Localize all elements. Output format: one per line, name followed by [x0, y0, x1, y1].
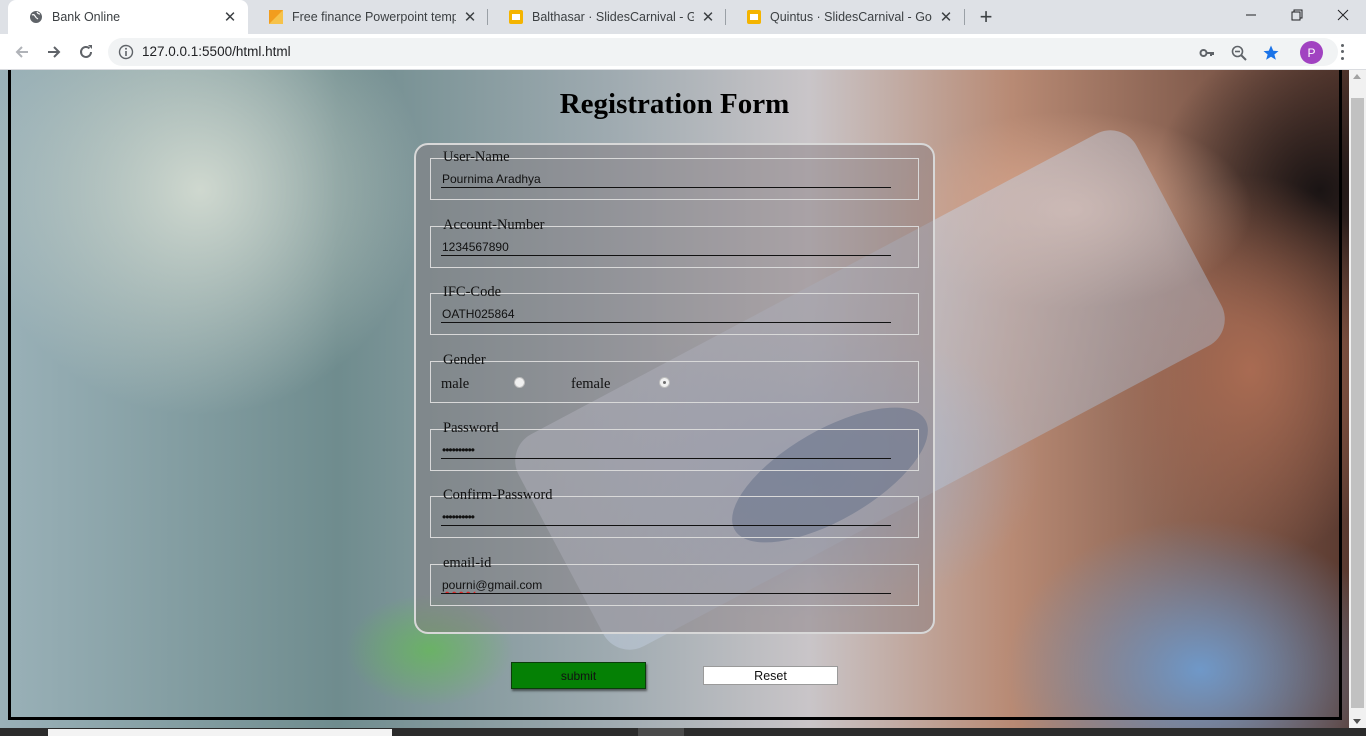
username-legend: User-Name: [441, 149, 512, 165]
arrow-left-icon: [15, 46, 28, 58]
scroll-thumb[interactable]: [1351, 98, 1364, 708]
bookmark-star-icon[interactable]: [1262, 44, 1280, 62]
scroll-up-arrow-icon[interactable]: [1353, 74, 1361, 79]
globe-icon: [28, 9, 44, 25]
address-bar[interactable]: 127.0.0.1:5500/html.html: [108, 38, 1338, 66]
tab-title: Bank Online: [52, 10, 121, 24]
confirm-password-fieldset: Confirm-Password ••••••••••: [430, 487, 919, 538]
browser-toolbar: 127.0.0.1:5500/html.html P: [0, 34, 1366, 70]
ifc-code-input[interactable]: OATH025864: [441, 305, 891, 323]
url-text: 127.0.0.1:5500/html.html: [142, 44, 291, 59]
username-fieldset: User-Name Pournima Aradhya: [430, 149, 919, 200]
confirm-password-input[interactable]: ••••••••••: [441, 508, 891, 526]
google-slides-icon: [746, 9, 762, 25]
zoom-out-icon[interactable]: [1230, 44, 1248, 62]
username-input[interactable]: Pournima Aradhya: [441, 170, 891, 188]
slides-orange-icon: [268, 9, 284, 25]
tab-separator: [964, 9, 965, 25]
minimize-button[interactable]: [1228, 0, 1274, 30]
reload-icon: [80, 45, 92, 58]
arrow-right-icon: [48, 46, 61, 58]
scroll-down-arrow-icon[interactable]: [1353, 719, 1361, 724]
email-fieldset: email-id pourni@gmail.com: [430, 555, 919, 606]
gender-male-label: male: [441, 376, 470, 392]
tab-balthasar[interactable]: Balthasar · SlidesCarnival - Google ✕: [488, 0, 726, 34]
gender-female-radio[interactable]: [659, 377, 670, 388]
tab-finance-template[interactable]: Free finance Powerpoint template ✕: [248, 0, 488, 34]
page-viewport: Registration Form User-Name Pournima Ara…: [0, 70, 1349, 728]
close-tab-icon[interactable]: ✕: [222, 9, 238, 26]
key-icon[interactable]: [1198, 44, 1216, 62]
account-number-input[interactable]: 1234567890: [441, 238, 891, 256]
tab-quintus[interactable]: Quintus · SlidesCarnival - Google ✕: [726, 0, 964, 34]
taskbar-active-app[interactable]: [638, 728, 684, 736]
gender-options: male female: [441, 376, 901, 394]
browser-menu-icon[interactable]: [1334, 42, 1350, 62]
taskbar-search-box[interactable]: [48, 729, 392, 736]
page-scrollbar[interactable]: [1349, 70, 1366, 728]
tab-title: Quintus · SlidesCarnival - Google: [770, 10, 932, 24]
account-number-fieldset: Account-Number 1234567890: [430, 217, 919, 268]
ifc-code-legend: IFC-Code: [441, 284, 503, 300]
back-button[interactable]: [8, 38, 36, 66]
page-title: Registration Form: [559, 88, 790, 120]
restore-button[interactable]: [1274, 0, 1320, 30]
minimize-icon: [1246, 14, 1256, 16]
email-domain: @gmail.com: [475, 578, 543, 592]
reload-button[interactable]: [72, 38, 100, 66]
ifc-code-fieldset: IFC-Code OATH025864: [430, 284, 919, 335]
tab-strip: Bank Online ✕ Free finance Powerpoint te…: [0, 0, 1366, 34]
gender-fieldset: Gender male female: [430, 352, 919, 403]
password-input[interactable]: ••••••••••: [441, 441, 891, 459]
os-taskbar: [0, 728, 1366, 736]
close-window-button[interactable]: [1320, 0, 1366, 30]
password-fieldset: Password ••••••••••: [430, 420, 919, 471]
google-slides-icon: [508, 9, 524, 25]
gender-female-label: female: [571, 376, 611, 392]
confirm-password-legend: Confirm-Password: [441, 487, 555, 503]
gender-legend: Gender: [441, 352, 488, 368]
info-icon[interactable]: [118, 44, 134, 60]
email-input[interactable]: pourni@gmail.com: [441, 576, 891, 594]
reset-button[interactable]: Reset: [703, 666, 838, 685]
gender-male-radio[interactable]: [514, 377, 525, 388]
tab-bank-online[interactable]: Bank Online ✕: [8, 0, 248, 34]
email-spellcheck-word: pourni: [442, 578, 476, 592]
account-number-legend: Account-Number: [441, 217, 547, 233]
restore-icon: [1291, 9, 1303, 21]
new-tab-button[interactable]: +: [974, 4, 998, 29]
close-tab-icon[interactable]: ✕: [938, 9, 954, 26]
forward-button[interactable]: [40, 38, 68, 66]
submit-button[interactable]: submit: [511, 662, 646, 689]
email-legend: email-id: [441, 555, 494, 571]
close-tab-icon[interactable]: ✕: [700, 9, 716, 26]
password-legend: Password: [441, 420, 501, 436]
close-icon: [1337, 9, 1349, 21]
tab-title: Free finance Powerpoint template: [292, 10, 456, 24]
tab-title: Balthasar · SlidesCarnival - Google: [532, 10, 694, 24]
close-tab-icon[interactable]: ✕: [462, 9, 478, 26]
profile-avatar[interactable]: P: [1300, 41, 1323, 64]
